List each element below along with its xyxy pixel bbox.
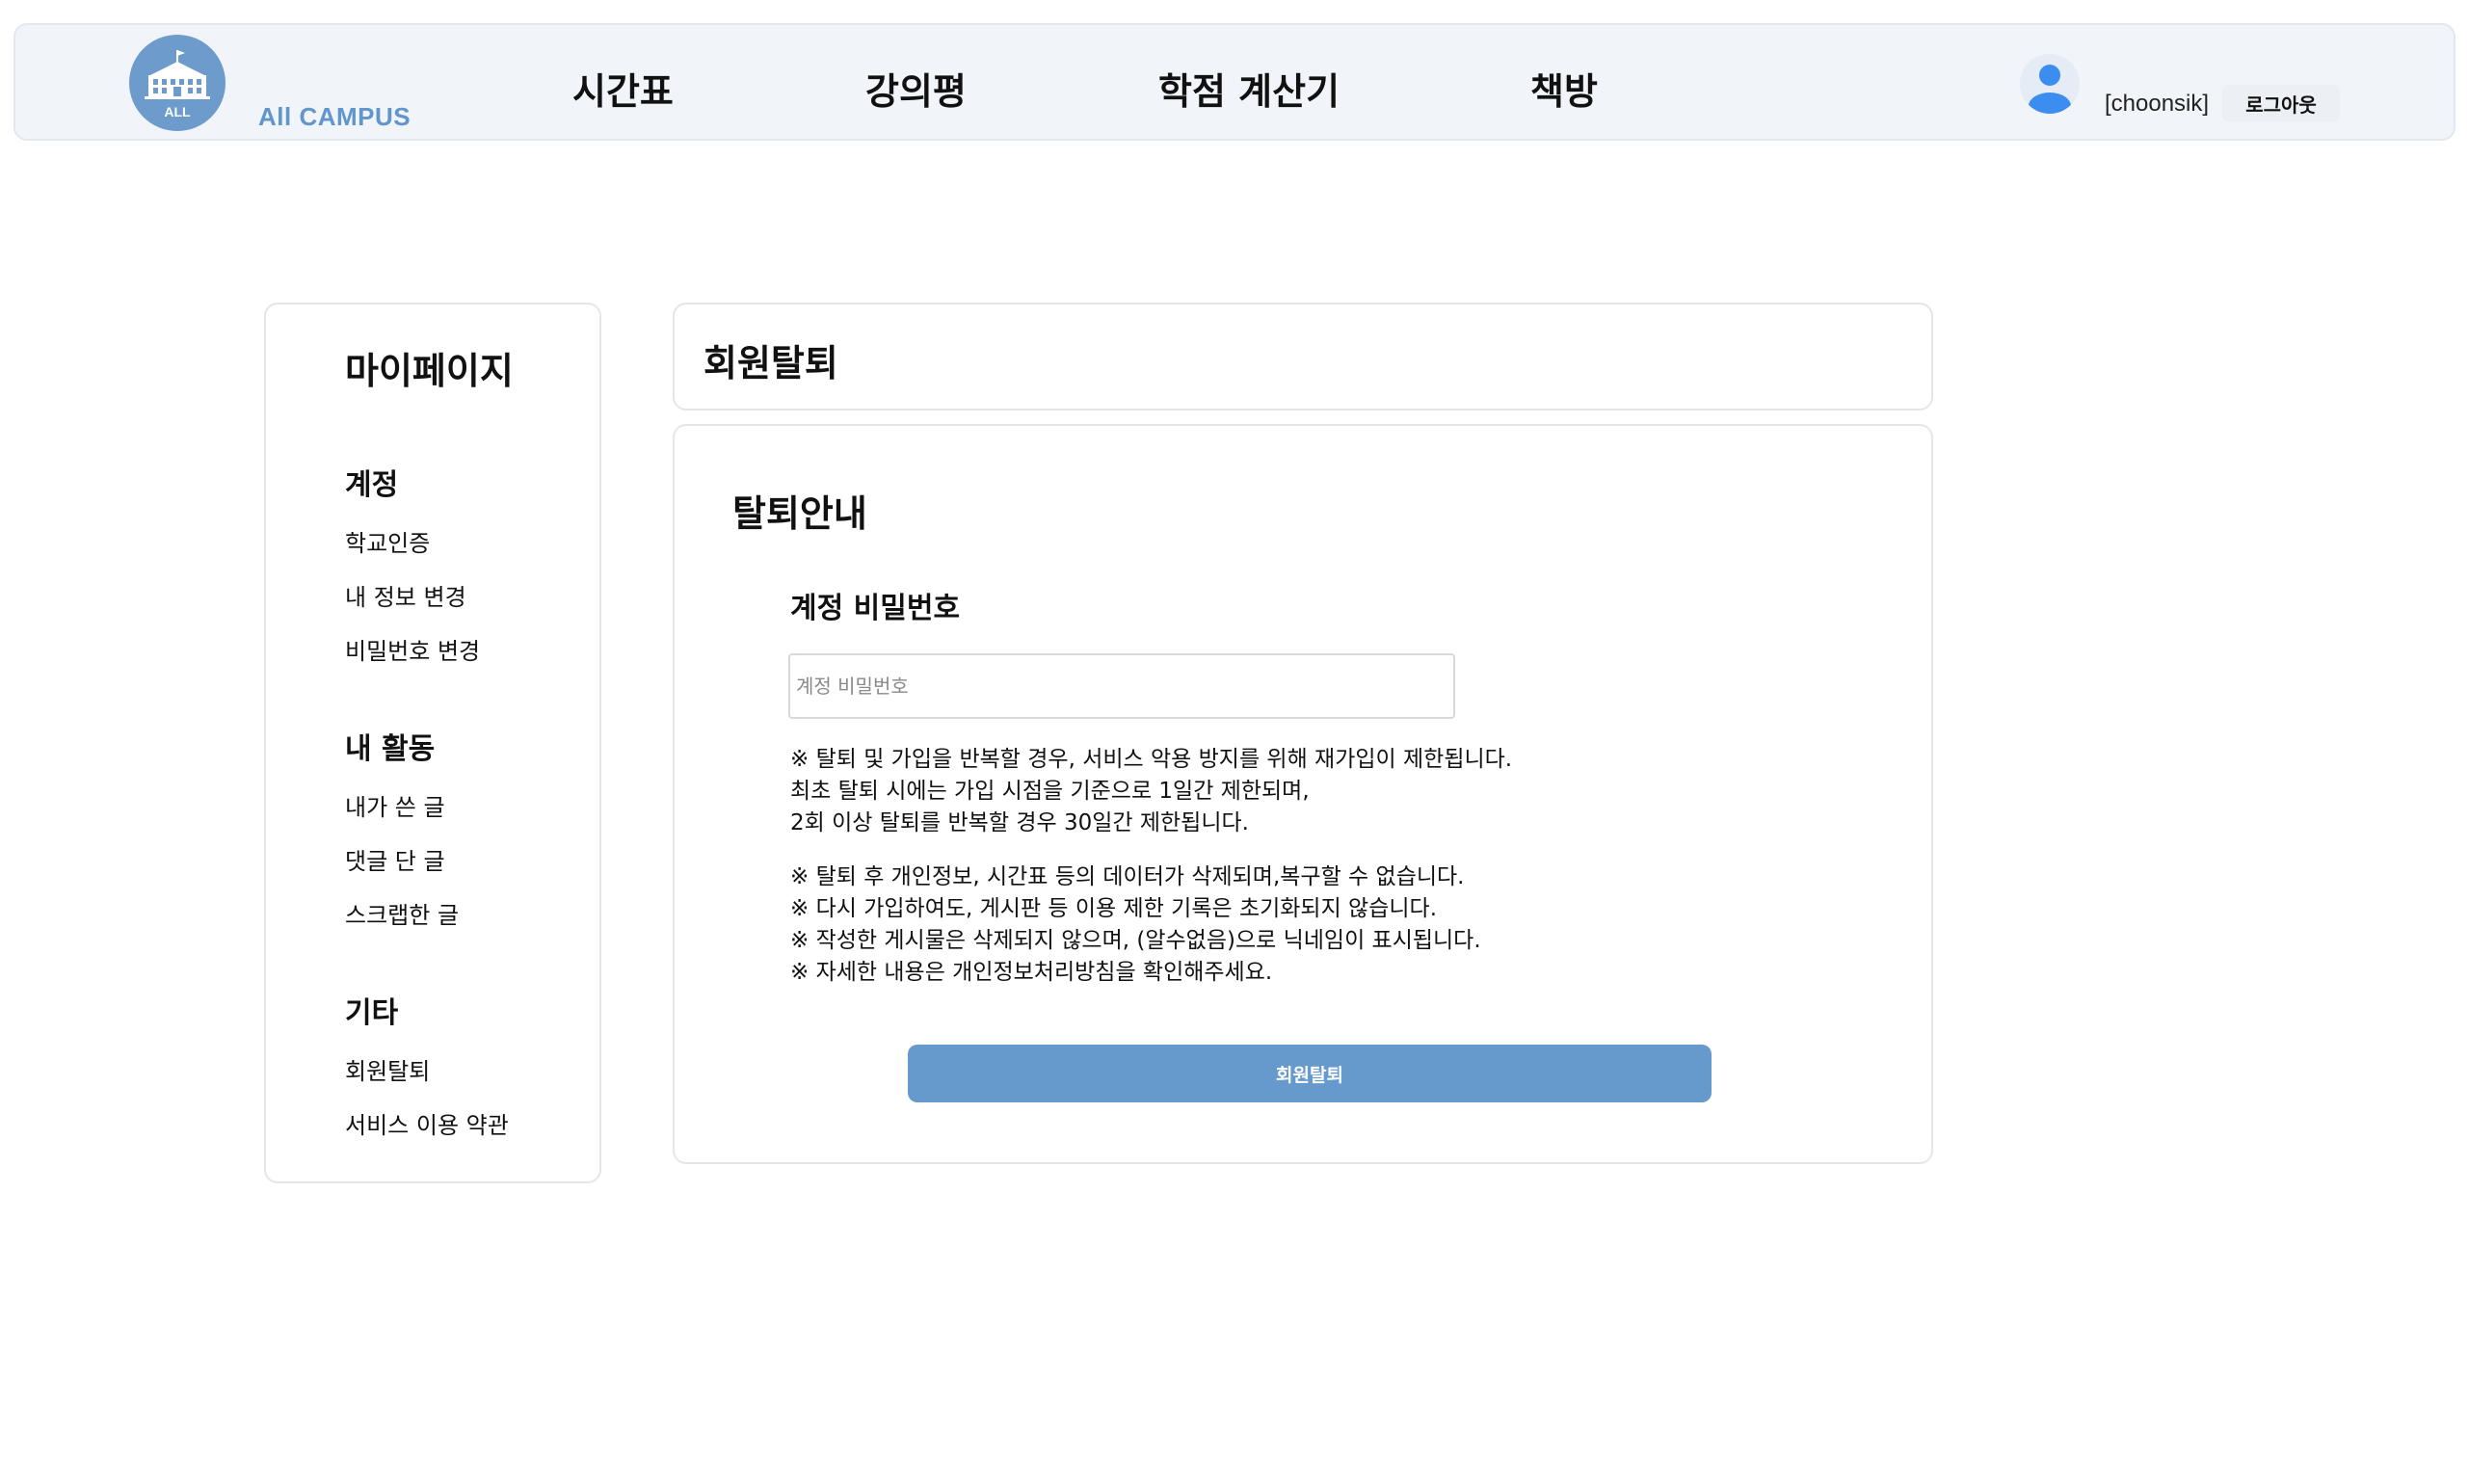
school-building-icon[interactable]: ALL: [129, 35, 226, 131]
notice-line: 2회 이상 탈퇴를 반복할 경우 30일간 제한됩니다.: [790, 810, 1249, 835]
logo-badge: ALL: [164, 104, 191, 119]
sidebar-item-withdraw[interactable]: 회원탈퇴: [345, 1052, 430, 1086]
sidebar-item-terms[interactable]: 서비스 이용 약관: [345, 1106, 509, 1140]
username: [choonsik]: [2105, 91, 2210, 117]
withdraw-guide-card: 탈퇴안내 계정 비밀번호 ※ 탈퇴 및 가입을 반복할 경우, 서비스 악용 방…: [673, 424, 1933, 1164]
notice-rejoin: ※ 탈퇴 및 가입을 반복할 경우, 서비스 악용 방지를 위해 재가입이 제한…: [790, 744, 1512, 839]
page-title: 회원탈퇴: [703, 342, 838, 384]
sidebar-item-school-verification[interactable]: 학교인증: [345, 524, 430, 558]
top-header: ALL All CAMPUS 시간표 강의평 학점 계산기 책방 [choons…: [13, 23, 2455, 141]
notice-line: 최초 탈퇴 시에는 가입 시점을 기준으로 1일간 제한되며,: [790, 779, 1310, 804]
sidebar-item-my-posts[interactable]: 내가 쓴 글: [345, 788, 445, 822]
sidebar-item-scraps[interactable]: 스크랩한 글: [345, 896, 459, 930]
sidebar-item-change-password[interactable]: 비밀번호 변경: [345, 632, 480, 666]
nav-lecture-review[interactable]: 강의평: [865, 62, 967, 115]
sidebar-section-account: 계정: [345, 468, 399, 502]
guide-title: 탈퇴안내: [732, 492, 867, 535]
notice-line: ※ 탈퇴 및 가입을 반복할 경우, 서비스 악용 방지를 위해 재가입이 제한…: [790, 747, 1513, 772]
password-input[interactable]: [788, 653, 1455, 719]
password-label: 계정 비밀번호: [790, 592, 961, 625]
logo-text[interactable]: All CAMPUS: [258, 102, 411, 132]
sidebar-section-etc: 기타: [345, 996, 399, 1030]
notice-line: ※ 다시 가입하여도, 게시판 등 이용 제한 기록은 초기화되지 않습니다.: [790, 896, 1438, 921]
user-avatar-icon[interactable]: [2020, 54, 2080, 114]
notice-line: ※ 작성한 게시물은 삭제되지 않으며, (알수없음)으로 닉네임이 표시됩니다…: [790, 928, 1481, 953]
page-title-card: 회원탈퇴: [673, 303, 1933, 411]
nav-timetable[interactable]: 시간표: [572, 62, 674, 115]
nav-bookstore[interactable]: 책방: [1530, 62, 1598, 115]
nav-grade-calculator[interactable]: 학점 계산기: [1158, 62, 1340, 115]
notice-line: ※ 자세한 내용은 개인정보처리방침을 확인해주세요.: [790, 960, 1273, 985]
notice-line: ※ 탈퇴 후 개인정보, 시간표 등의 데이터가 삭제되며,복구할 수 없습니다…: [790, 864, 1465, 889]
sidebar-section-activity: 내 활동: [345, 732, 436, 766]
sidebar-title: 마이페이지: [345, 350, 514, 392]
mypage-sidebar: 마이페이지 계정 학교인증 내 정보 변경 비밀번호 변경 내 활동 내가 쓴 …: [264, 303, 601, 1183]
logout-button[interactable]: 로그아웃: [2222, 85, 2340, 121]
notice-data: ※ 탈퇴 후 개인정보, 시간표 등의 데이터가 삭제되며,복구할 수 없습니다…: [790, 861, 1481, 989]
sidebar-item-edit-profile[interactable]: 내 정보 변경: [345, 578, 466, 612]
withdraw-button[interactable]: 회원탈퇴: [908, 1045, 1712, 1102]
sidebar-item-my-comments[interactable]: 댓글 단 글: [345, 842, 445, 876]
